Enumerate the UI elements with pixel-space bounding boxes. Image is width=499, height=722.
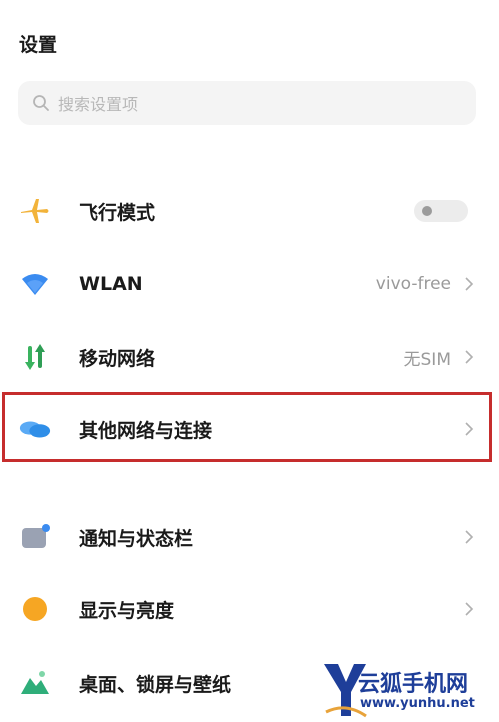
search-placeholder: 搜索设置项 bbox=[58, 95, 139, 114]
mobile-network-value: 无SIM bbox=[403, 349, 451, 370]
sun-icon bbox=[18, 592, 52, 626]
toggle-knob bbox=[422, 206, 432, 216]
chevron-right-icon bbox=[465, 277, 474, 291]
chevron-right-icon bbox=[465, 530, 474, 544]
settings-item-airplane-mode[interactable]: 飞行模式 bbox=[0, 176, 499, 246]
settings-item-label: 移动网络 bbox=[79, 347, 156, 370]
notification-icon bbox=[18, 520, 52, 554]
wlan-value: vivo-free bbox=[375, 274, 451, 294]
mobile-data-icon bbox=[18, 340, 52, 374]
settings-item-label: 通知与状态栏 bbox=[79, 527, 194, 550]
search-input[interactable]: 搜索设置项 bbox=[18, 81, 476, 125]
highlight-frame bbox=[2, 392, 492, 462]
settings-item-label: WLAN bbox=[79, 273, 143, 295]
settings-item-label: 飞行模式 bbox=[79, 201, 156, 224]
settings-item-display[interactable]: 显示与亮度 bbox=[0, 574, 499, 644]
watermark-url: www.yunhu.net bbox=[360, 696, 475, 711]
wallpaper-icon bbox=[18, 666, 52, 700]
search-icon bbox=[33, 95, 49, 111]
wifi-icon bbox=[18, 267, 52, 301]
settings-item-wlan[interactable]: WLAN vivo-free bbox=[0, 249, 499, 319]
airplane-icon bbox=[18, 194, 52, 228]
settings-item-label: 显示与亮度 bbox=[79, 599, 175, 622]
page-title: 设置 bbox=[19, 34, 58, 56]
settings-item-mobile-network[interactable]: 移动网络 无SIM bbox=[0, 322, 499, 392]
airplane-mode-toggle[interactable] bbox=[414, 200, 468, 222]
chevron-right-icon bbox=[465, 602, 474, 616]
chevron-right-icon bbox=[465, 350, 474, 364]
settings-item-notifications[interactable]: 通知与状态栏 bbox=[0, 502, 499, 572]
settings-item-label: 桌面、锁屏与壁纸 bbox=[79, 673, 232, 696]
watermark: 云狐手机网 www.yunhu.net bbox=[322, 660, 499, 722]
watermark-name: 云狐手机网 bbox=[358, 672, 469, 697]
